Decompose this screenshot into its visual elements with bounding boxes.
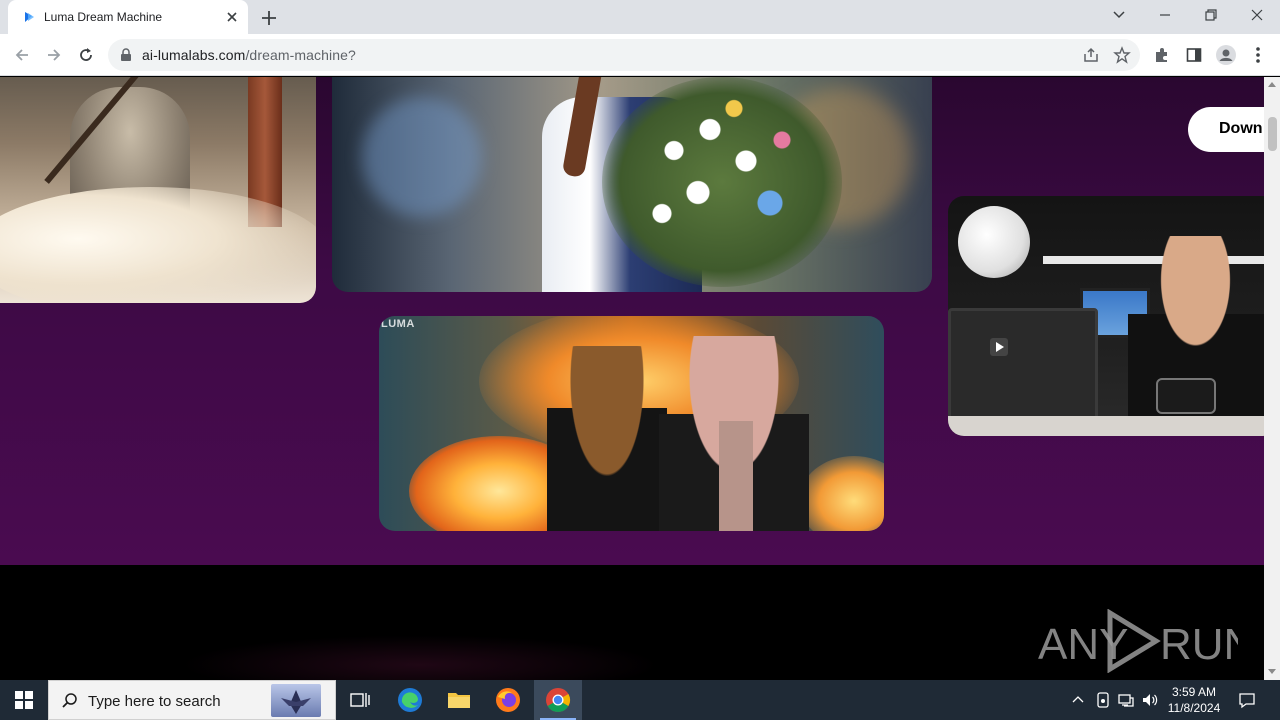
browser-toolbar: ai-lumalabs.com/dream-machine? [0,34,1280,76]
footer-glow [180,635,660,680]
watermark-text-left: ANY [1038,620,1128,669]
firefox-icon [496,688,520,712]
puzzle-icon [1156,48,1167,62]
search-highlight-image[interactable] [271,684,321,717]
side-panel-icon [1186,48,1202,62]
screen: Luma Dream Machine ai-lumalabs.com/dream… [0,0,1280,720]
tab-luma-dream-machine[interactable]: Luma Dream Machine [8,0,248,34]
bookmark-star-icon[interactable] [1113,46,1131,64]
new-tab-icon[interactable] [258,7,280,29]
start-button[interactable] [0,680,48,720]
edge-icon [398,688,422,712]
card-image-detail [362,97,482,217]
card-image-detail [948,416,1264,436]
tab-search-button[interactable] [1096,0,1142,30]
windows-logo-icon [15,691,33,709]
tab-strip: Luma Dream Machine [0,0,1280,34]
card-image-detail [799,456,884,531]
video-card-bouquet[interactable] [332,77,932,292]
video-card-photographer[interactable] [948,196,1264,436]
card-image-detail [0,187,316,303]
search-icon [62,693,77,708]
folder-icon [448,693,470,708]
search-placeholder: Type here to search [88,693,221,710]
scroll-down-arrow-icon[interactable] [1268,667,1276,675]
volume-button[interactable] [1140,690,1160,710]
side-panel-button[interactable] [1183,44,1205,66]
minimize-icon [1160,14,1170,16]
video-card-sage[interactable] [0,77,316,303]
chrome-taskbar-button[interactable] [534,680,582,720]
taskbar-clock[interactable]: 3:59 AM 11/8/2024 [1164,684,1224,716]
card-luma-watermark: LUMA [381,318,415,330]
luma-favicon-icon [25,12,34,22]
notification-icon [1239,693,1255,709]
avatar-icon [1216,45,1236,65]
task-view-icon [350,693,370,707]
anyrun-watermark-logo: ANY RUN [1038,609,1238,673]
watermark-text-right: RUN [1160,620,1238,669]
taskbar-search-box[interactable]: Type here to search [48,680,336,720]
card-image-detail [958,206,1030,278]
chevron-down-icon [1113,11,1125,19]
minimize-button[interactable] [1142,0,1188,30]
scroll-up-arrow-icon[interactable] [1268,81,1276,89]
more-vertical-icon [1256,47,1260,63]
page-scrollbar[interactable] [1264,77,1280,680]
close-tab-icon[interactable] [224,9,240,25]
notifications-button[interactable] [1237,690,1257,710]
windows-taskbar: Type here to search 3:59 AM 11/8/2024 [0,680,1280,720]
card-image-detail [1156,378,1216,414]
lock-icon[interactable] [120,48,132,62]
search-highlight-figure-icon [281,690,311,714]
url-host: ai-lumalabs.com [142,47,246,63]
firefox-taskbar-button[interactable] [484,680,532,720]
video-card-bear-pig[interactable]: LUMA [379,316,884,531]
network-button[interactable] [1116,690,1136,710]
close-icon [1251,9,1263,21]
card-image-detail [602,77,842,287]
chevron-up-icon [1072,696,1084,703]
profile-button[interactable] [1215,44,1237,66]
restore-button[interactable] [1188,0,1234,30]
tab-title: Luma Dream Machine [44,10,163,24]
download-button[interactable]: Down [1188,107,1264,152]
arrow-right-icon [48,49,61,61]
device-icon [1097,692,1109,708]
network-icon [1118,694,1134,707]
card-image-detail [547,346,667,531]
speaker-icon [1143,694,1158,706]
chrome-icon [546,688,571,713]
clock-time: 3:59 AM [1171,685,1217,699]
edge-taskbar-button[interactable] [386,680,434,720]
play-icon [990,338,1008,356]
url-path: /dream-machine? [245,47,356,63]
address-bar[interactable]: ai-lumalabs.com/dream-machine? [108,39,1140,71]
restore-icon [1205,9,1217,21]
scrollbar-thumb[interactable] [1268,117,1277,151]
show-hidden-icons-button[interactable] [1068,690,1088,710]
menu-button[interactable] [1247,44,1269,66]
card-image-detail [948,308,1098,426]
clock-date: 11/8/2024 [1167,701,1221,715]
close-window-button[interactable] [1234,0,1280,30]
back-button[interactable] [10,43,34,67]
extensions-button[interactable] [1151,44,1173,66]
url-text[interactable]: ai-lumalabs.com/dream-machine? [142,47,356,63]
reload-button[interactable] [74,43,98,67]
tray-device-button[interactable] [1093,690,1113,710]
page-viewport: LUMA Down ANY RUN [0,77,1264,680]
forward-button[interactable] [42,43,66,67]
arrow-left-icon [15,49,28,61]
share-icon[interactable] [1082,46,1100,64]
task-view-button[interactable] [336,680,384,720]
reload-icon [80,48,92,61]
file-explorer-taskbar-button[interactable] [435,680,483,720]
card-image-detail [719,421,753,531]
